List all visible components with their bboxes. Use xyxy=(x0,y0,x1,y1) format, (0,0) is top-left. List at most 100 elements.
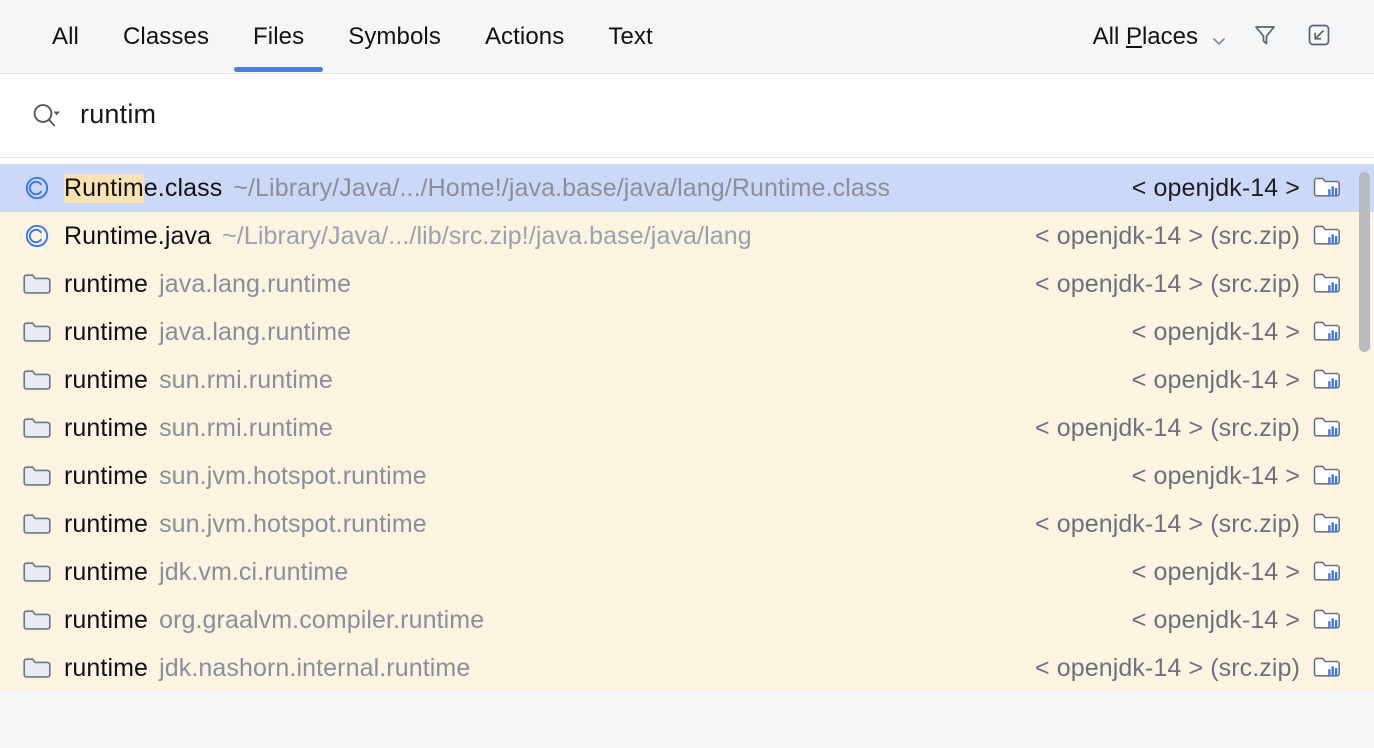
result-row-module: < openjdk-14 > xyxy=(1132,606,1300,635)
scope-selector-all-places[interactable]: All Places xyxy=(1087,19,1234,55)
tab-symbols[interactable]: Symbols xyxy=(326,0,463,74)
result-row-right: < openjdk-14 > (src.zip) xyxy=(1015,269,1346,299)
jdk-library-folder-icon xyxy=(1312,221,1346,251)
result-row-module: < openjdk-14 > xyxy=(1132,558,1300,587)
result-row-main: runtime org.graalvm.compiler.runtime xyxy=(64,606,484,635)
toggle-preview-button[interactable] xyxy=(1296,14,1342,60)
results-list: Runtime.class ~/Library/Java/.../Home!/ja… xyxy=(0,164,1374,691)
result-row-right: < openjdk-14 > (src.zip) xyxy=(1015,221,1346,251)
jdk-library-folder-icon xyxy=(1312,461,1346,491)
scrollbar-thumb[interactable] xyxy=(1359,172,1370,352)
tab-classes[interactable]: Classes xyxy=(101,0,231,74)
jdk-library-folder-icon xyxy=(1312,605,1346,635)
result-row-location: ~/Library/Java/.../Home!/java.base/java/… xyxy=(233,174,890,203)
tab-text[interactable]: Text xyxy=(586,0,674,74)
result-row-name: runtime xyxy=(64,462,148,491)
java-class-icon xyxy=(22,221,52,251)
result-row[interactable]: runtime sun.jvm.hotspot.runtime < openjdk-… xyxy=(0,452,1374,500)
result-row-location: sun.jvm.hotspot.runtime xyxy=(159,510,427,539)
search-field-row[interactable]: runtim xyxy=(0,74,1374,158)
folder-icon xyxy=(22,509,52,539)
result-row-module: < openjdk-14 > (src.zip) xyxy=(1035,654,1300,683)
results-scrollbar[interactable] xyxy=(1357,164,1371,691)
folder-icon xyxy=(22,605,52,635)
result-row-name: runtime xyxy=(64,366,148,395)
folder-icon xyxy=(22,653,52,683)
window-footer xyxy=(0,691,1374,748)
result-row[interactable]: runtimejava.lang.runtime< openjdk-14 > xyxy=(0,308,1374,356)
result-row-right: < openjdk-14 > (src.zip) xyxy=(1015,653,1346,683)
result-row[interactable]: runtimesun.rmi.runtime< openjdk-14 > (sr… xyxy=(0,404,1374,452)
chevron-down-icon xyxy=(1210,29,1228,47)
tab-actions[interactable]: Actions xyxy=(463,0,586,74)
folder-icon xyxy=(22,317,52,347)
result-row-location: jdk.nashorn.internal.runtime xyxy=(159,654,470,683)
result-row-name: runtime xyxy=(64,270,148,299)
header-actions: All Places xyxy=(1087,0,1374,74)
tab-label: Classes xyxy=(123,23,209,51)
result-row-right: < openjdk-14 > (src.zip) xyxy=(1015,413,1346,443)
result-row-main: Runtime.java~/Library/Java/.../lib/src.z… xyxy=(64,222,752,251)
result-row-module: < openjdk-14 > xyxy=(1132,174,1300,203)
result-row[interactable]: runtime sun.jvm.hotspot.runtime < openjdk-… xyxy=(0,500,1374,548)
result-row-name-rest: e.class xyxy=(144,174,223,202)
tab-bar: All Classes Files Symbols Actions Text xyxy=(0,0,675,74)
jdk-library-folder-icon xyxy=(1312,173,1346,203)
result-row[interactable]: runtimejdk.nashorn.internal.runtime < ope… xyxy=(0,644,1374,691)
tab-label: Actions xyxy=(485,23,564,51)
result-row[interactable]: Runtime.class ~/Library/Java/.../Home!/ja… xyxy=(0,164,1374,212)
folder-icon xyxy=(22,461,52,491)
tab-label: All xyxy=(52,23,79,51)
result-row-name: Runtime.java xyxy=(64,222,211,251)
results-area: Runtime.class ~/Library/Java/.../Home!/ja… xyxy=(0,158,1374,691)
result-row-main: runtimejava.lang.runtime xyxy=(64,270,351,299)
tab-label: Symbols xyxy=(348,23,441,51)
result-row-name: runtime xyxy=(64,510,148,539)
result-row-location: jdk.vm.ci.runtime xyxy=(159,558,348,587)
result-row[interactable]: runtime org.graalvm.compiler.runtime < ope… xyxy=(0,596,1374,644)
result-row-name: runtime xyxy=(64,606,148,635)
filter-button[interactable] xyxy=(1242,14,1288,60)
folder-icon xyxy=(22,269,52,299)
search-magnifier-dropdown-icon[interactable] xyxy=(28,96,68,136)
tab-label: Text xyxy=(608,23,652,51)
result-row-name: runtime xyxy=(64,318,148,347)
jdk-library-folder-icon xyxy=(1312,365,1346,395)
result-row[interactable]: runtime jdk.vm.ci.runtime < openjdk-14 > xyxy=(0,548,1374,596)
tab-files[interactable]: Files xyxy=(231,0,326,74)
collapse-arrow-icon xyxy=(1304,20,1334,55)
tab-label: Files xyxy=(253,23,304,51)
result-row[interactable]: Runtime.java~/Library/Java/.../lib/src.z… xyxy=(0,212,1374,260)
result-row-main: runtimejdk.nashorn.internal.runtime xyxy=(64,654,470,683)
search-input[interactable]: runtim xyxy=(80,101,156,128)
result-row[interactable]: runtime sun.rmi.runtime < openjdk-14 > xyxy=(0,356,1374,404)
result-row-module: < openjdk-14 > (src.zip) xyxy=(1035,270,1300,299)
result-row-right: < openjdk-14 > xyxy=(1112,461,1346,491)
result-row-main: runtime sun.rmi.runtime xyxy=(64,366,333,395)
folder-icon xyxy=(22,365,52,395)
result-row-module: < openjdk-14 > (src.zip) xyxy=(1035,414,1300,443)
filter-funnel-icon xyxy=(1250,20,1280,55)
result-row-module: < openjdk-14 > (src.zip) xyxy=(1035,222,1300,251)
result-row-module: < openjdk-14 > xyxy=(1132,318,1300,347)
jdk-library-folder-icon xyxy=(1312,653,1346,683)
result-row-right: < openjdk-14 > xyxy=(1112,365,1346,395)
result-row-location: sun.jvm.hotspot.runtime xyxy=(159,462,427,491)
result-row-main: runtime sun.jvm.hotspot.runtime xyxy=(64,462,427,491)
result-row[interactable]: runtimejava.lang.runtime < openjdk-14 > (… xyxy=(0,260,1374,308)
search-everywhere-header: All Classes Files Symbols Actions Text xyxy=(0,0,1374,74)
folder-icon xyxy=(22,557,52,587)
jdk-library-folder-icon xyxy=(1312,269,1346,299)
result-row-location: org.graalvm.compiler.runtime xyxy=(159,606,484,635)
jdk-library-folder-icon xyxy=(1312,317,1346,347)
search-everywhere-window: All Classes Files Symbols Actions Text xyxy=(0,0,1374,748)
tab-all[interactable]: All xyxy=(30,0,101,74)
jdk-library-folder-icon xyxy=(1312,509,1346,539)
result-row-module: < openjdk-14 > xyxy=(1132,366,1300,395)
result-row-right: < openjdk-14 > xyxy=(1112,173,1346,203)
result-row-name: runtime xyxy=(64,558,148,587)
result-row-module: < openjdk-14 > (src.zip) xyxy=(1035,510,1300,539)
result-row-name: runtime xyxy=(64,414,148,443)
match-highlight: Runtim xyxy=(64,174,144,203)
result-row-location: sun.rmi.runtime xyxy=(159,366,333,395)
